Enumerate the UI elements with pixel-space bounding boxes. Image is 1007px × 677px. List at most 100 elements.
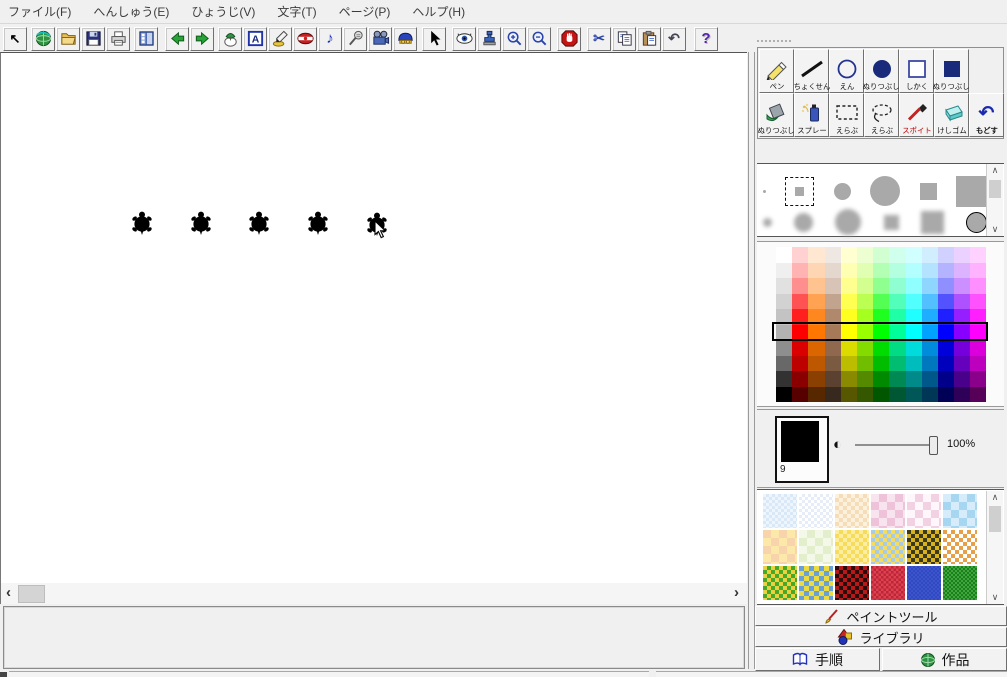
texture-cream-check[interactable] (763, 530, 797, 564)
palette-cell[interactable] (970, 262, 987, 278)
palette-cell[interactable] (970, 340, 987, 356)
palette-cell[interactable] (954, 309, 971, 325)
palette-cell[interactable] (921, 293, 938, 309)
palette-cell[interactable] (954, 324, 971, 340)
palette-cell[interactable] (937, 247, 955, 263)
menu-item[interactable]: ページ(P) (339, 3, 391, 20)
palette-cell[interactable] (792, 262, 809, 278)
texture-rose-check[interactable] (871, 494, 905, 528)
palette-cell[interactable] (889, 371, 906, 387)
palette-cell[interactable] (954, 262, 971, 278)
palette-cell[interactable] (792, 309, 809, 325)
palette-cell[interactable] (905, 371, 922, 387)
palette-cell[interactable] (776, 247, 793, 263)
texture-scroll-thumb[interactable] (989, 506, 1001, 532)
music-button[interactable]: ♪ (318, 26, 342, 51)
palette-cell[interactable] (937, 262, 955, 278)
stamp-tool-button[interactable] (477, 26, 501, 51)
palette-cell[interactable] (937, 324, 955, 340)
back-button[interactable] (165, 26, 189, 51)
stamp-mode-button[interactable] (218, 26, 242, 51)
texture-mustard-black-plaid[interactable] (907, 530, 941, 564)
palette-cell[interactable] (808, 371, 825, 387)
palette-cell[interactable] (954, 340, 971, 356)
media-button[interactable] (293, 26, 317, 51)
palette-cell[interactable] (889, 262, 906, 278)
palette-cell[interactable] (889, 324, 906, 340)
palette-cell[interactable] (824, 371, 841, 387)
opacity-slider-track[interactable] (855, 444, 931, 446)
palette-cell[interactable] (889, 278, 906, 294)
palette-cell[interactable] (873, 262, 890, 278)
undo-button[interactable]: ↶ (662, 26, 686, 51)
palette-cell[interactable] (970, 278, 987, 294)
palette-cell[interactable] (921, 278, 938, 294)
palette-cell[interactable] (873, 324, 890, 340)
brush-scroll-thumb[interactable] (989, 180, 1001, 198)
palette-cell[interactable] (840, 247, 857, 263)
opacity-slider-handle[interactable] (929, 436, 938, 455)
palette-cell[interactable] (873, 355, 890, 371)
palette-cell[interactable] (776, 278, 793, 294)
palette-cell[interactable] (905, 324, 922, 340)
zoom-out-button[interactable] (527, 26, 551, 51)
palette-cell[interactable] (792, 386, 809, 402)
palette-cell[interactable] (921, 309, 938, 325)
palette-cell[interactable] (873, 371, 890, 387)
palette-cell[interactable] (905, 355, 922, 371)
palette-cell[interactable] (856, 309, 874, 325)
palette-cell[interactable] (824, 278, 841, 294)
palette-cell[interactable] (856, 386, 874, 402)
cut-button[interactable]: ✂ (587, 26, 611, 51)
palette-cell[interactable] (954, 386, 971, 402)
texture-yellow-plaid[interactable] (835, 530, 869, 564)
palette-cell[interactable] (937, 278, 955, 294)
zoom-in-button[interactable] (502, 26, 526, 51)
scroll-up-icon[interactable]: ∧ (987, 164, 1003, 177)
palette-cell[interactable] (840, 309, 857, 325)
tool-eraser[interactable]: けしゴム (934, 93, 969, 137)
record-button[interactable] (343, 26, 367, 51)
movie-button[interactable] (368, 26, 392, 51)
palette-cell[interactable] (937, 355, 955, 371)
save-button[interactable] (81, 26, 105, 51)
palette-cell[interactable] (824, 247, 841, 263)
hscroll-right-arrow[interactable]: › (734, 584, 739, 602)
menu-item[interactable]: ファイル(F) (8, 3, 71, 20)
brush-square-23[interactable] (920, 210, 944, 234)
texture-orange-white-plaid[interactable] (943, 530, 977, 564)
palette-cell[interactable] (824, 309, 841, 325)
palette-cell[interactable] (840, 324, 857, 340)
copy-button[interactable] (612, 26, 636, 51)
palette-cell[interactable] (792, 324, 809, 340)
palette-cell[interactable] (792, 293, 809, 309)
palette-cell[interactable] (824, 262, 841, 278)
texture-green-yellow-plaid[interactable] (763, 566, 797, 600)
tool-select-rect[interactable]: えらぶ (829, 93, 864, 137)
menu-item[interactable]: へんしゅう(E) (93, 3, 169, 20)
pointer-tool-button[interactable] (422, 26, 446, 51)
palette-cell[interactable] (840, 386, 857, 402)
texture-red-tartan[interactable] (835, 566, 869, 600)
tool-circle-outline[interactable]: えん (829, 49, 864, 93)
texture-diamond-yellow-blue[interactable] (799, 566, 833, 600)
texture-yellow-blue-plaid[interactable] (871, 530, 905, 564)
palette-cell[interactable] (808, 293, 825, 309)
palette-cell[interactable] (905, 262, 922, 278)
brush-circle-17[interactable] (833, 182, 851, 200)
palette-cell[interactable] (954, 293, 971, 309)
palette-cell[interactable] (792, 278, 809, 294)
texture-snow-speckle[interactable] (799, 494, 833, 528)
menu-item[interactable]: ひょうじ(V) (191, 3, 255, 20)
palette-cell[interactable] (808, 386, 825, 402)
tool-pen[interactable]: ペン (759, 49, 794, 93)
palette-cell[interactable] (840, 340, 857, 356)
tool-circle-filled[interactable]: ぬりつぶし (863, 49, 900, 93)
palette-cell[interactable] (937, 293, 955, 309)
palette-cell[interactable] (970, 324, 987, 340)
help-button[interactable]: ? (694, 26, 718, 51)
palette-cell[interactable] (970, 293, 987, 309)
palette-cell[interactable] (921, 340, 938, 356)
texture-sky-check[interactable] (943, 494, 977, 528)
brush-square-31[interactable] (955, 175, 987, 207)
